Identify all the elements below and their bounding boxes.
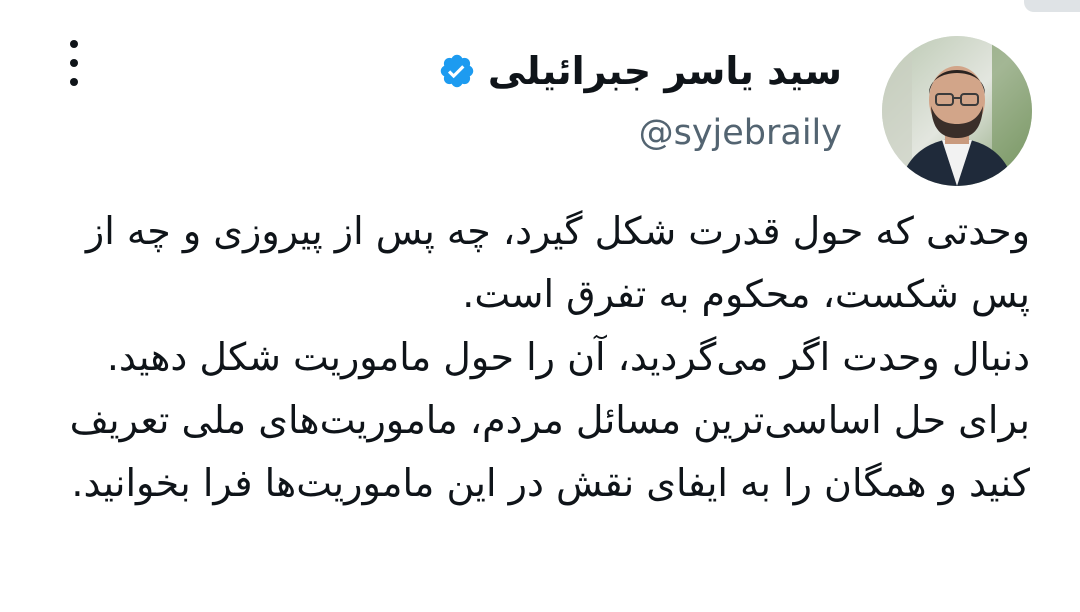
more-dot	[70, 40, 78, 48]
verified-badge-icon	[440, 54, 474, 88]
more-vertical-icon[interactable]	[56, 40, 92, 86]
author-display-name[interactable]: سید یاسر جبرائیلی	[488, 44, 842, 98]
top-corner-tab	[1024, 0, 1080, 12]
more-dot	[70, 59, 78, 67]
author-name-row[interactable]: سید یاسر جبرائیلی	[438, 44, 842, 98]
tweet-body: وحدتی که حول قدرت شکل گیرد، چه پس از پیر…	[40, 200, 1030, 515]
avatar-photo	[882, 36, 1032, 186]
tweet-paragraph: وحدتی که حول قدرت شکل گیرد، چه پس از پیر…	[85, 209, 1030, 316]
tweet-paragraph: دنبال وحدت اگر می‌گردید، آن را حول مامور…	[69, 335, 1030, 505]
author-handle[interactable]: @syjebraily	[639, 108, 842, 158]
avatar[interactable]	[882, 36, 1032, 186]
more-dot	[70, 78, 78, 86]
